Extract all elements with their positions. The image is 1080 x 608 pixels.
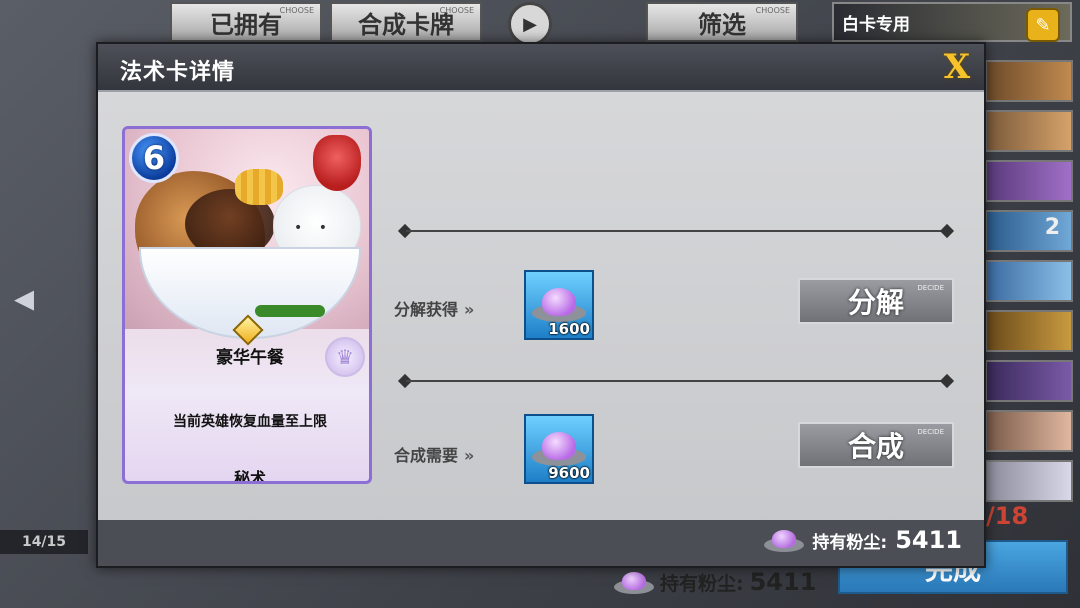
craft-amount: 9600 (548, 464, 590, 482)
modal-title: 法术卡详情 (120, 60, 236, 85)
card-description: 当前英雄恢复血量至上限 (173, 414, 327, 430)
dust-value: 5411 (749, 568, 817, 596)
divider (396, 223, 956, 239)
modal-footer: 持有粉尘: 5411 (98, 520, 984, 566)
craft-button-label: 合成 (847, 430, 904, 463)
craft-dust-box: 9600 (524, 414, 594, 484)
tab-choose-tag: CHOOSE (755, 6, 790, 15)
cat-face-icon: • • (294, 220, 333, 236)
tab-choose-tag: CHOOSE (279, 6, 314, 15)
tab-choose-tag: CHOOSE (439, 6, 474, 15)
tab-owned[interactable]: 已拥有 CHOOSE (170, 2, 322, 42)
pepper-art (313, 135, 361, 191)
disenchant-row-label: 分解获得 » (394, 296, 474, 320)
dust-icon (614, 570, 654, 594)
dust-label: 持有粉尘: (660, 572, 744, 595)
disenchant-label: 分解获得 (394, 300, 459, 319)
tab-filter-label: 筛选 (698, 10, 746, 39)
spell-card: • • 6 ♛ 豪华午餐 当前英雄恢复血量至上限 秘术 (122, 126, 372, 484)
edit-icon[interactable]: ✎ (1026, 8, 1060, 42)
deck-ratio: /18 (986, 502, 1029, 530)
tab-craft-card[interactable]: 合成卡牌 CHOOSE (330, 2, 482, 42)
craft-label: 合成需要 (394, 446, 459, 465)
tab-owned-label: 已拥有 (210, 10, 282, 39)
spell-card-detail-modal: 法术卡详情 X • • 6 ♛ 豪华午餐 当前英雄恢复血量至上限 秘术 分解获得… (96, 42, 986, 568)
dust-label: 持有粉尘: (812, 532, 888, 553)
craft-row-label: 合成需要 » (394, 442, 474, 466)
divider-diamond-icon (939, 373, 955, 389)
background-dust-counter: 持有粉尘: 5411 (614, 568, 816, 596)
play-button[interactable]: ▶ (508, 2, 552, 46)
disenchant-dust-box: 1600 (524, 270, 594, 340)
dust-value: 5411 (895, 526, 962, 554)
modal-header: 法术卡详情 X (98, 44, 984, 92)
greens-art (255, 305, 325, 317)
tab-filter[interactable]: 筛选 CHOOSE (646, 2, 798, 42)
deck-card[interactable] (985, 160, 1073, 202)
dust-pile-icon (532, 428, 586, 466)
card-type: 秘术 (233, 469, 266, 484)
craft-button[interactable]: 合成 DECIDE (798, 422, 954, 468)
dust-counter: 持有粉尘: 5411 (764, 526, 962, 554)
deck-card[interactable] (985, 260, 1073, 302)
close-x-icon[interactable]: X (940, 50, 974, 84)
deck-card[interactable] (985, 360, 1073, 402)
play-icon: ▶ (523, 13, 537, 35)
deck-card[interactable] (985, 110, 1073, 152)
deck-card-count: 2 (1044, 215, 1060, 240)
double-chevron-icon: » (464, 300, 475, 319)
disenchant-amount: 1600 (548, 320, 590, 338)
dust-icon (764, 528, 805, 552)
divider-line (406, 230, 946, 232)
dust-pile-icon (532, 284, 586, 322)
egg-art (235, 169, 283, 205)
double-chevron-icon: » (464, 446, 475, 465)
deck-card[interactable] (985, 460, 1073, 502)
left-arrow-icon[interactable]: ◂ (14, 278, 66, 318)
card-cost: 6 (129, 133, 179, 183)
disenchant-button-label: 分解 (847, 286, 904, 319)
deck-card-list (985, 60, 1080, 502)
deck-card[interactable] (985, 410, 1073, 452)
decide-tag: DECIDE (917, 428, 944, 436)
deck-card[interactable] (985, 310, 1073, 352)
divider-line (406, 380, 946, 382)
divider (396, 373, 956, 389)
card-name: 豪华午餐 (216, 348, 284, 368)
page-indicator: 14/15 (0, 530, 88, 554)
disenchant-button[interactable]: 分解 DECIDE (798, 278, 954, 324)
deck-card[interactable] (985, 60, 1073, 102)
divider-diamond-icon (939, 223, 955, 239)
decide-tag: DECIDE (917, 284, 944, 292)
white-card-tab-label: 白卡专用 (842, 14, 910, 35)
